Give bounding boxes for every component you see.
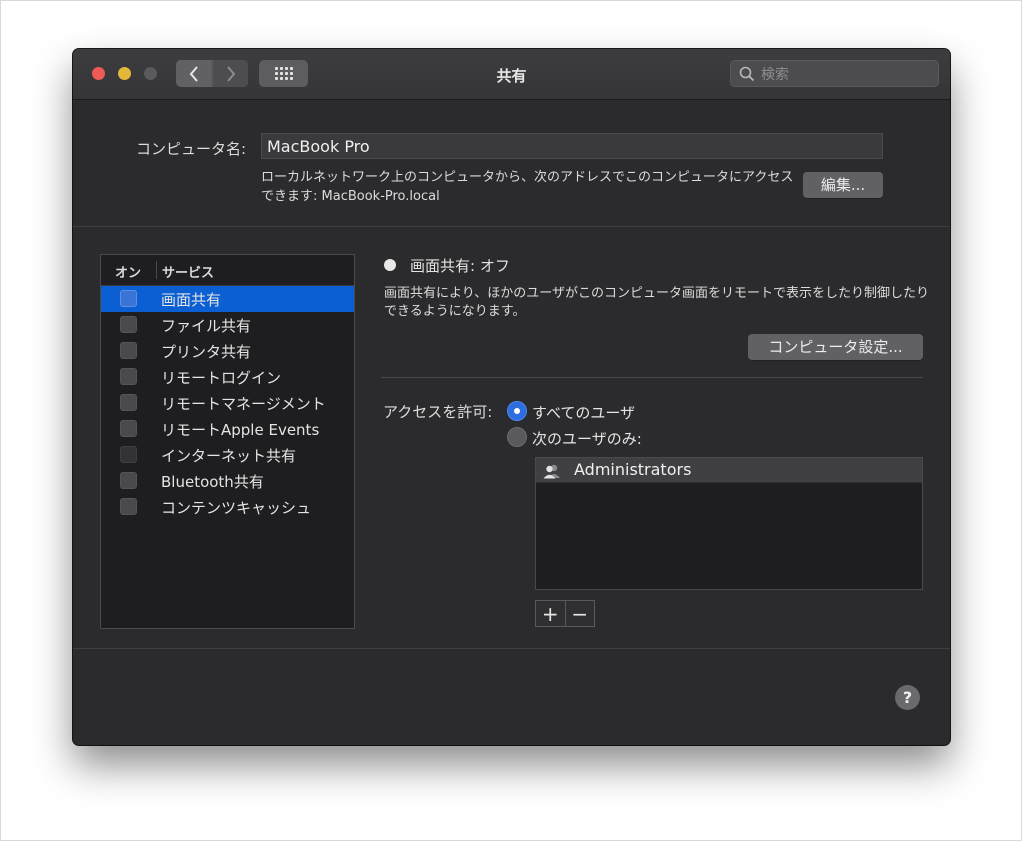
service-label: リモートApple Events [161,421,320,439]
service-description: 画面共有により、ほかのユーザがこのコンピュータ画面をリモートで表示をしたり制御し… [384,286,929,319]
service-row-content-caching[interactable]: コンテンツキャッシュ [101,494,354,520]
list-item[interactable]: Administrators [536,458,922,483]
service-row-screen-sharing[interactable]: 画面共有 [101,286,354,312]
service-label: インターネット共有 [161,447,297,465]
service-checkbox[interactable] [120,498,137,515]
column-header-on[interactable]: オン [115,262,141,281]
service-label: 画面共有 [161,291,222,309]
services-table-header: オン サービス [101,255,354,286]
user-group-icon [543,464,560,479]
status-indicator [384,259,396,271]
service-row-remote-apple-events[interactable]: リモートApple Events [101,416,354,442]
remove-user-button[interactable]: − [566,601,595,626]
sharing-preferences-window: 共有 コンピュータ名: ローカルネットワーク上のコンピュータから、次のアドレスで… [73,49,950,745]
radio-only-these-users-label[interactable]: 次のユーザのみ: [532,428,642,449]
search-field[interactable] [730,60,939,87]
column-separator [156,261,157,279]
search-icon [739,66,755,82]
service-checkbox[interactable] [120,394,137,411]
computer-settings-button[interactable]: コンピュータ設定... [748,334,923,360]
search-input[interactable] [759,64,933,86]
services-table: オン サービス 画面共有 ファイル共有 プリンタ共有 リモートログイン リモート… [100,254,355,629]
service-row-remote-login[interactable]: リモートログイン [101,364,354,390]
service-row-bluetooth-sharing[interactable]: Bluetooth共有 [101,468,354,494]
help-button[interactable]: ? [895,685,920,710]
service-row-file-sharing[interactable]: ファイル共有 [101,312,354,338]
computer-name-input[interactable] [261,133,883,159]
computer-name-label: コンピュータ名: [136,140,247,158]
service-checkbox[interactable] [120,472,137,489]
computer-name-section: コンピュータ名: ローカルネットワーク上のコンピュータから、次のアドレスでこのコ… [73,100,950,227]
service-status: 画面共有: オフ [410,257,510,275]
allowed-users-list[interactable]: Administrators [535,457,923,590]
add-remove-buttons: + − [535,600,595,627]
service-label: Bluetooth共有 [161,473,264,491]
service-row-remote-management[interactable]: リモートマネージメント [101,390,354,416]
service-label: リモートログイン [161,369,282,387]
service-label: プリンタ共有 [161,343,252,361]
radio-all-users-label[interactable]: すべてのユーザ [532,402,635,423]
service-checkbox[interactable] [120,290,137,307]
service-label: コンテンツキャッシュ [161,499,312,517]
service-row-internet-sharing[interactable]: インターネット共有 [101,442,354,468]
service-label: リモートマネージメント [161,395,326,413]
title-bar: 共有 [73,49,950,100]
radio-only-these-users[interactable] [507,427,527,447]
service-label: ファイル共有 [161,317,252,335]
network-address-text: ローカルネットワーク上のコンピュータから、次のアドレスでこのコンピュータにアクセ… [261,170,794,204]
services-section: オン サービス 画面共有 ファイル共有 プリンタ共有 リモートログイン リモート… [73,227,950,649]
service-checkbox[interactable] [120,420,137,437]
radio-all-users[interactable] [507,401,527,421]
service-checkbox[interactable] [120,342,137,359]
service-checkbox[interactable] [120,446,137,463]
service-row-printer-sharing[interactable]: プリンタ共有 [101,338,354,364]
service-checkbox[interactable] [120,316,137,333]
user-name: Administrators [574,460,692,479]
column-header-service[interactable]: サービス [162,262,214,281]
edit-button[interactable]: 編集... [803,172,883,198]
access-label: アクセスを許可: [383,403,493,421]
add-user-button[interactable]: + [536,601,566,626]
divider [381,377,923,378]
service-checkbox[interactable] [120,368,137,385]
